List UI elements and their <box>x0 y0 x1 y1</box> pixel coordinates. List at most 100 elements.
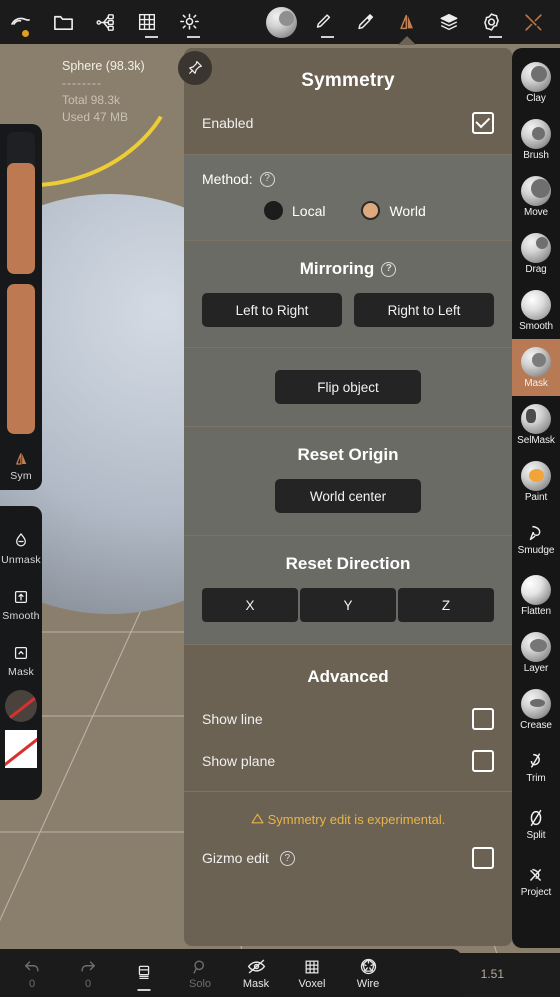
flip-object-button[interactable]: Flip object <box>275 370 421 404</box>
symmetry-icon <box>15 453 26 465</box>
method-option-world[interactable]: World <box>361 201 426 220</box>
wire-button[interactable]: Wire <box>340 949 396 997</box>
enabled-checkbox[interactable] <box>472 112 494 134</box>
panel-section-mirroring: Mirroring ? Left to Right Right to Left <box>184 241 512 348</box>
sym-toggle[interactable]: Sym <box>0 449 42 482</box>
radio-local[interactable] <box>264 201 283 220</box>
layers-icon[interactable] <box>428 0 470 44</box>
gizmo-edit-help-icon[interactable]: ? <box>279 851 295 867</box>
gizmo-edit-checkbox[interactable] <box>472 847 494 869</box>
show-line-label: Show line <box>202 711 263 727</box>
scene-icon[interactable] <box>0 0 42 44</box>
panel-section-gizmo: Symmetry edit is experimental. Gizmo edi… <box>184 792 512 885</box>
redo-button[interactable]: 0 <box>60 949 116 997</box>
brush-icon[interactable] <box>302 0 344 44</box>
tool-split[interactable]: Split <box>512 795 560 852</box>
reset-axis-y-button[interactable]: Y <box>300 588 396 622</box>
tool-smooth[interactable]: Smooth <box>512 282 560 339</box>
symmetry-icon[interactable] <box>386 0 428 45</box>
stamp-icon[interactable] <box>344 0 386 44</box>
solo-button[interactable]: Solo <box>172 949 228 997</box>
panel-section-reset-direction: Reset Direction X Y Z <box>184 536 512 645</box>
stats-total: Total 98.3k <box>62 93 121 107</box>
undo-button[interactable]: 0 <box>4 949 60 997</box>
bottom-toolbar: 0 0 Solo Mask Voxel Wire <box>0 949 462 997</box>
tool-clay[interactable]: Clay <box>512 54 560 111</box>
show-plane-label: Show plane <box>202 753 276 769</box>
grid-icon[interactable] <box>126 0 168 44</box>
mask-button[interactable]: Mask <box>0 632 42 688</box>
brush-intensity-slider[interactable] <box>7 284 35 434</box>
gizmo-edit-label-wrap: Gizmo edit ? <box>202 850 295 867</box>
mirroring-help-icon[interactable]: ? <box>381 261 397 277</box>
reset-axis-z-button[interactable]: Z <box>398 588 494 622</box>
enabled-label: Enabled <box>202 115 254 131</box>
gizmo-edit-label: Gizmo edit <box>202 849 269 866</box>
advanced-title: Advanced <box>307 667 389 686</box>
solo-label: Solo <box>188 977 212 990</box>
sym-label: Sym <box>10 470 32 482</box>
panel-section-method: Method: ? Local World <box>184 155 512 241</box>
show-plane-row[interactable]: Show plane <box>184 743 512 791</box>
panel-section-flip: Flip object <box>184 348 512 427</box>
show-plane-checkbox[interactable] <box>472 750 494 772</box>
smooth-mask-button[interactable]: Smooth <box>0 576 42 632</box>
method-option-local[interactable]: Local <box>264 201 325 220</box>
right-to-left-button[interactable]: Right to Left <box>354 293 494 327</box>
folder-icon[interactable] <box>42 0 84 44</box>
method-row: Method: ? <box>184 155 512 187</box>
tool-trim[interactable]: Trim <box>512 738 560 795</box>
mask-toggle[interactable]: Mask <box>228 949 284 997</box>
wireframe-icon <box>360 958 376 975</box>
tool-drag[interactable]: Drag <box>512 225 560 282</box>
stats-used: Used 47 MB <box>62 110 129 124</box>
gizmo-edit-row[interactable]: Gizmo edit ? <box>184 831 512 885</box>
tool-crease[interactable]: Crease <box>512 681 560 738</box>
material-swatch[interactable] <box>5 690 37 722</box>
reset-direction-title: Reset Direction <box>285 554 411 573</box>
reset-axis-x-button[interactable]: X <box>202 588 298 622</box>
world-center-button[interactable]: World center <box>275 479 421 513</box>
redo-icon <box>81 960 95 971</box>
layers-button[interactable] <box>116 949 172 997</box>
radio-world[interactable] <box>361 201 381 220</box>
tool-move[interactable]: Move <box>512 168 560 225</box>
tool-selmask[interactable]: SelMask <box>512 396 560 453</box>
material-sphere-icon[interactable] <box>260 0 302 44</box>
voxel-button[interactable]: Voxel <box>284 949 340 997</box>
reset-direction-buttons: X Y Z <box>184 574 512 644</box>
tool-smudge-label: Smudge <box>517 544 555 556</box>
pin-panel-button[interactable] <box>178 51 212 85</box>
show-line-row[interactable]: Show line <box>184 695 512 743</box>
panel-section-reset-origin: Reset Origin World center <box>184 427 512 536</box>
unmask-button[interactable]: Unmask <box>0 520 42 576</box>
tool-project[interactable]: Project <box>512 852 560 909</box>
enabled-row[interactable]: Enabled <box>184 92 512 154</box>
color-swatch[interactable] <box>5 730 37 768</box>
tool-split-label: Split <box>526 829 546 841</box>
topology-icon[interactable] <box>84 0 126 44</box>
unmask-label: Unmask <box>1 553 41 566</box>
tool-mask[interactable]: Mask <box>512 339 560 396</box>
show-line-checkbox[interactable] <box>472 708 494 730</box>
brush-radius-slider[interactable] <box>7 132 35 274</box>
tool-paint[interactable]: Paint <box>512 453 560 510</box>
tools-icon[interactable] <box>512 0 554 44</box>
tool-brush[interactable]: Brush <box>512 111 560 168</box>
tool-brush-label: Brush <box>523 149 549 161</box>
brush-radius-fill <box>7 163 35 274</box>
undo-icon <box>25 960 39 971</box>
magnifier-icon <box>193 959 205 974</box>
method-help-icon[interactable]: ? <box>259 171 275 187</box>
tool-flatten[interactable]: Flatten <box>512 567 560 624</box>
unmask-icon <box>16 532 26 546</box>
tool-project-label: Project <box>520 886 552 898</box>
settings-icon[interactable] <box>470 0 512 44</box>
tool-layer[interactable]: Layer <box>512 624 560 681</box>
mask-icon <box>14 646 28 659</box>
redo-count: 0 <box>84 977 92 990</box>
light-icon[interactable] <box>168 0 210 44</box>
experimental-warning-text: Symmetry edit is experimental. <box>267 812 446 827</box>
tool-smudge[interactable]: Smudge <box>512 510 560 567</box>
left-to-right-button[interactable]: Left to Right <box>202 293 342 327</box>
